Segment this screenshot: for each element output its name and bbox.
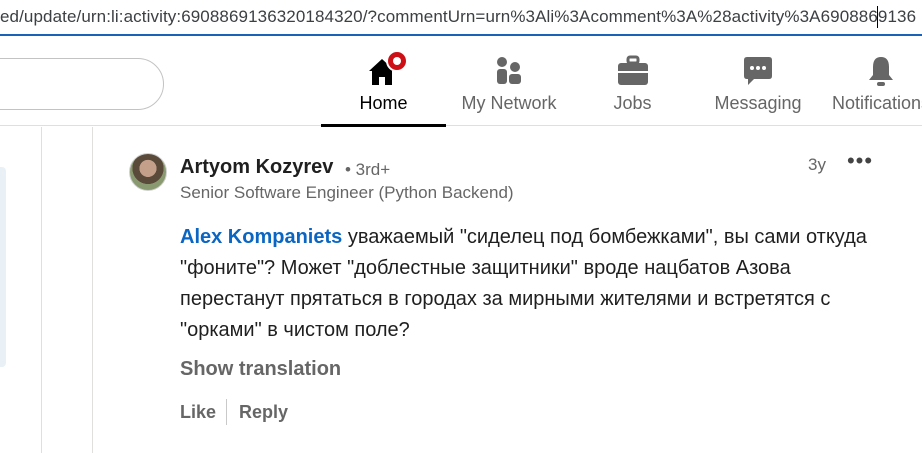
nav-home[interactable]: Home	[321, 38, 446, 127]
bell-icon	[863, 54, 899, 88]
show-translation-button[interactable]: Show translation	[180, 358, 341, 381]
nav-messaging-label: Messaging	[714, 93, 802, 113]
nav-jobs-label: Jobs	[613, 93, 652, 113]
left-sidebar-card	[0, 127, 42, 453]
top-navigation: Home My Network Jobs Messaging Notificat…	[0, 38, 922, 127]
briefcase-icon	[615, 54, 651, 88]
nav-my-network-label: My Network	[461, 93, 557, 113]
nav-notifications-label: Notifications	[831, 93, 922, 113]
chat-bubble-icon	[740, 54, 776, 88]
address-bar[interactable]: ed/update/urn:li:activity:69088691363201…	[0, 0, 922, 36]
comment-timestamp: 3y	[808, 155, 826, 174]
more-options-button[interactable]: •••	[846, 150, 874, 176]
text-caret	[877, 6, 878, 28]
network-icon	[491, 54, 527, 88]
left-card-content	[0, 167, 6, 367]
like-button[interactable]: Like	[180, 402, 216, 423]
comment-thread-line	[92, 127, 93, 453]
action-divider	[226, 399, 227, 425]
comment-author-name[interactable]: Artyom Kozyrev	[180, 156, 333, 179]
nav-notifications[interactable]: Notifications	[826, 38, 922, 126]
nav-home-label: Home	[359, 93, 408, 113]
comment-text: Alex Kompaniets уважаемый "сиделец под б…	[180, 222, 880, 346]
nav-messaging[interactable]: Messaging	[703, 38, 813, 126]
author-headline: Senior Software Engineer (Python Backend…	[180, 183, 514, 202]
home-icon	[366, 50, 408, 88]
nav-jobs[interactable]: Jobs	[585, 38, 680, 126]
mention-link[interactable]: Alex Kompaniets	[180, 226, 342, 248]
address-bar-url[interactable]: ed/update/urn:li:activity:69088691363201…	[0, 7, 916, 27]
connection-degree: • 3rd+	[345, 160, 391, 179]
avatar[interactable]	[129, 153, 167, 191]
notification-dot	[385, 50, 408, 72]
search-input[interactable]	[0, 58, 164, 110]
reply-button[interactable]: Reply	[239, 402, 288, 423]
nav-my-network[interactable]: My Network	[450, 38, 568, 126]
